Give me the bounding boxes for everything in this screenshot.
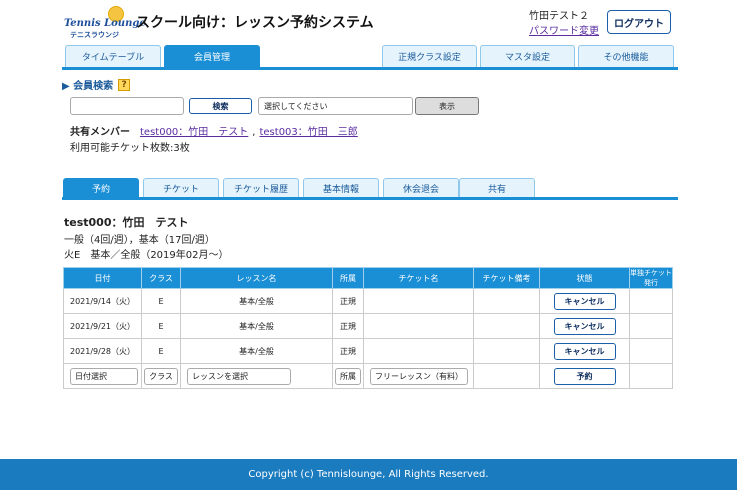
column-header: 状態 — [539, 267, 630, 289]
shared-members: 共有メンバー test000：竹田 テスト , test003：竹田 三郎 — [70, 123, 358, 138]
cell-ticket — [363, 313, 474, 339]
shared-members-label: 共有メンバー — [70, 127, 130, 138]
search-button[interactable]: 検索 — [189, 98, 252, 114]
cell-class: E — [141, 313, 181, 339]
cell-date: 日付選択 — [63, 363, 142, 389]
main-nav-tabs: タイムテーブル 会員管理 正規クラス設定 マスタ設定 その他機能 — [62, 45, 678, 70]
show-button[interactable]: 表示 — [415, 97, 479, 115]
tab-regular-class[interactable]: 正規クラス設定 — [382, 45, 477, 67]
cell-lesson: 基本/全般 — [180, 288, 333, 314]
member-search-heading: ▶ 会員検索 ? — [62, 77, 131, 92]
column-header: チケット備考 — [473, 267, 540, 289]
cell-note — [473, 363, 540, 389]
logo-text: Tennis Lounge — [64, 18, 146, 29]
cancel-button[interactable]: キャンセル — [553, 317, 616, 335]
available-ticket-count: 利用可能チケット枚数:3枚 — [70, 143, 190, 154]
footer: Copyright (c) Tennislounge, All Rights R… — [0, 459, 737, 490]
date-select[interactable]: 日付選択 — [70, 367, 138, 385]
tab-member-management[interactable]: 会員管理 — [164, 45, 260, 67]
member-separator: , — [252, 127, 256, 138]
password-change-link[interactable]: パスワード変更 — [529, 22, 599, 37]
logout-button[interactable]: ログアウト — [607, 10, 671, 34]
cell-class: クラス — [141, 363, 181, 389]
member-sub-tabs: 予約 チケット チケット履歴 基本情報 休会退会 共有 — [62, 178, 678, 200]
lesson-select[interactable]: レッスンを選択 — [187, 367, 291, 385]
tab-basic-info[interactable]: 基本情報 — [303, 178, 379, 197]
cell-lesson: 基本/全般 — [180, 313, 333, 339]
class-select[interactable]: クラス — [144, 367, 178, 385]
cell-ticket — [363, 288, 474, 314]
cancel-button[interactable]: キャンセル — [553, 292, 616, 310]
reservation-table: 日付 クラス レッスン名 所属 チケット名 チケット備考 状態 単独チケット発行… — [63, 267, 673, 389]
new-reservation-row: 日付選択 クラス レッスンを選択 所属 フリーレッスン（有料） 予約 — [63, 363, 673, 389]
shared-member-link[interactable]: test000：竹田 テスト — [140, 123, 248, 138]
cell-belong: 正規 — [332, 338, 364, 364]
member-id-name: test000：竹田 テスト — [64, 216, 189, 229]
member-select[interactable]: 選択してください — [258, 97, 413, 115]
tab-timetable[interactable]: タイムテーブル — [65, 45, 161, 67]
column-header: クラス — [141, 267, 181, 289]
logo: Tennis Lounge テニスラウンジ — [62, 6, 146, 40]
cell-ticket: フリーレッスン（有料） — [363, 363, 474, 389]
tab-share[interactable]: 共有 — [459, 178, 535, 197]
cell-ticket — [363, 338, 474, 364]
cell-note — [473, 338, 540, 364]
member-plan: 一般（4回/週），基本（17回/週） — [64, 235, 215, 246]
cell-belong: 所属 — [332, 363, 364, 389]
cell-lesson: レッスンを選択 — [180, 363, 333, 389]
tab-suspend-withdraw[interactable]: 休会退会 — [383, 178, 459, 197]
member-search-label: ▶ 会員検索 — [62, 81, 114, 92]
cell-status: キャンセル — [539, 338, 630, 364]
member-search-input[interactable] — [70, 97, 184, 115]
shared-member-link[interactable]: test003：竹田 三郎 — [259, 123, 357, 138]
help-icon[interactable]: ? — [118, 78, 131, 91]
cell-date: 2021/9/14（火） — [63, 288, 142, 314]
column-header: チケット名 — [363, 267, 474, 289]
tab-ticket[interactable]: チケット — [143, 178, 219, 197]
cell-belong: 正規 — [332, 288, 364, 314]
table-header-row: 日付 クラス レッスン名 所属 チケット名 チケット備考 状態 単独チケット発行 — [63, 267, 673, 289]
cell-status: キャンセル — [539, 288, 630, 314]
cell-date: 2021/9/21（火） — [63, 313, 142, 339]
ticket-select[interactable]: フリーレッスン（有料） — [370, 367, 468, 385]
tab-other-functions[interactable]: その他機能 — [578, 45, 674, 67]
table-row: 2021/9/21（火） E 基本/全般 正規 キャンセル — [63, 313, 673, 339]
column-header: 所属 — [332, 267, 364, 289]
copyright-text: Copyright (c) Tennislounge, All Rights R… — [248, 469, 489, 480]
logo-subtext: テニスラウンジ — [70, 31, 119, 39]
table-row: 2021/9/14（火） E 基本/全般 正規 キャンセル — [63, 288, 673, 314]
cell-single-ticket — [629, 363, 673, 389]
belong-select[interactable]: 所属 — [335, 367, 361, 385]
column-header: 単独チケット発行 — [629, 267, 673, 289]
app-title: スクール向け：レッスン予約システム — [136, 15, 374, 31]
column-header: レッスン名 — [180, 267, 333, 289]
cell-single-ticket — [629, 313, 673, 339]
member-regular-class: 火E 基本／全般（2019年02月～） — [64, 250, 229, 261]
user-name: 竹田テスト２ — [529, 11, 589, 22]
cell-single-ticket — [629, 338, 673, 364]
cell-class: E — [141, 338, 181, 364]
cell-date: 2021/9/28（火） — [63, 338, 142, 364]
tab-master-settings[interactable]: マスタ設定 — [480, 45, 575, 67]
cancel-button[interactable]: キャンセル — [553, 342, 616, 360]
cell-status: キャンセル — [539, 313, 630, 339]
reserve-button[interactable]: 予約 — [553, 367, 616, 385]
tab-reservation[interactable]: 予約 — [63, 178, 139, 197]
tab-ticket-history[interactable]: チケット履歴 — [223, 178, 299, 197]
cell-note — [473, 288, 540, 314]
cell-class: E — [141, 288, 181, 314]
column-header: 日付 — [63, 267, 142, 289]
cell-lesson: 基本/全般 — [180, 338, 333, 364]
table-row: 2021/9/28（火） E 基本/全般 正規 キャンセル — [63, 338, 673, 364]
cell-status: 予約 — [539, 363, 630, 389]
cell-single-ticket — [629, 288, 673, 314]
cell-belong: 正規 — [332, 313, 364, 339]
cell-note — [473, 313, 540, 339]
